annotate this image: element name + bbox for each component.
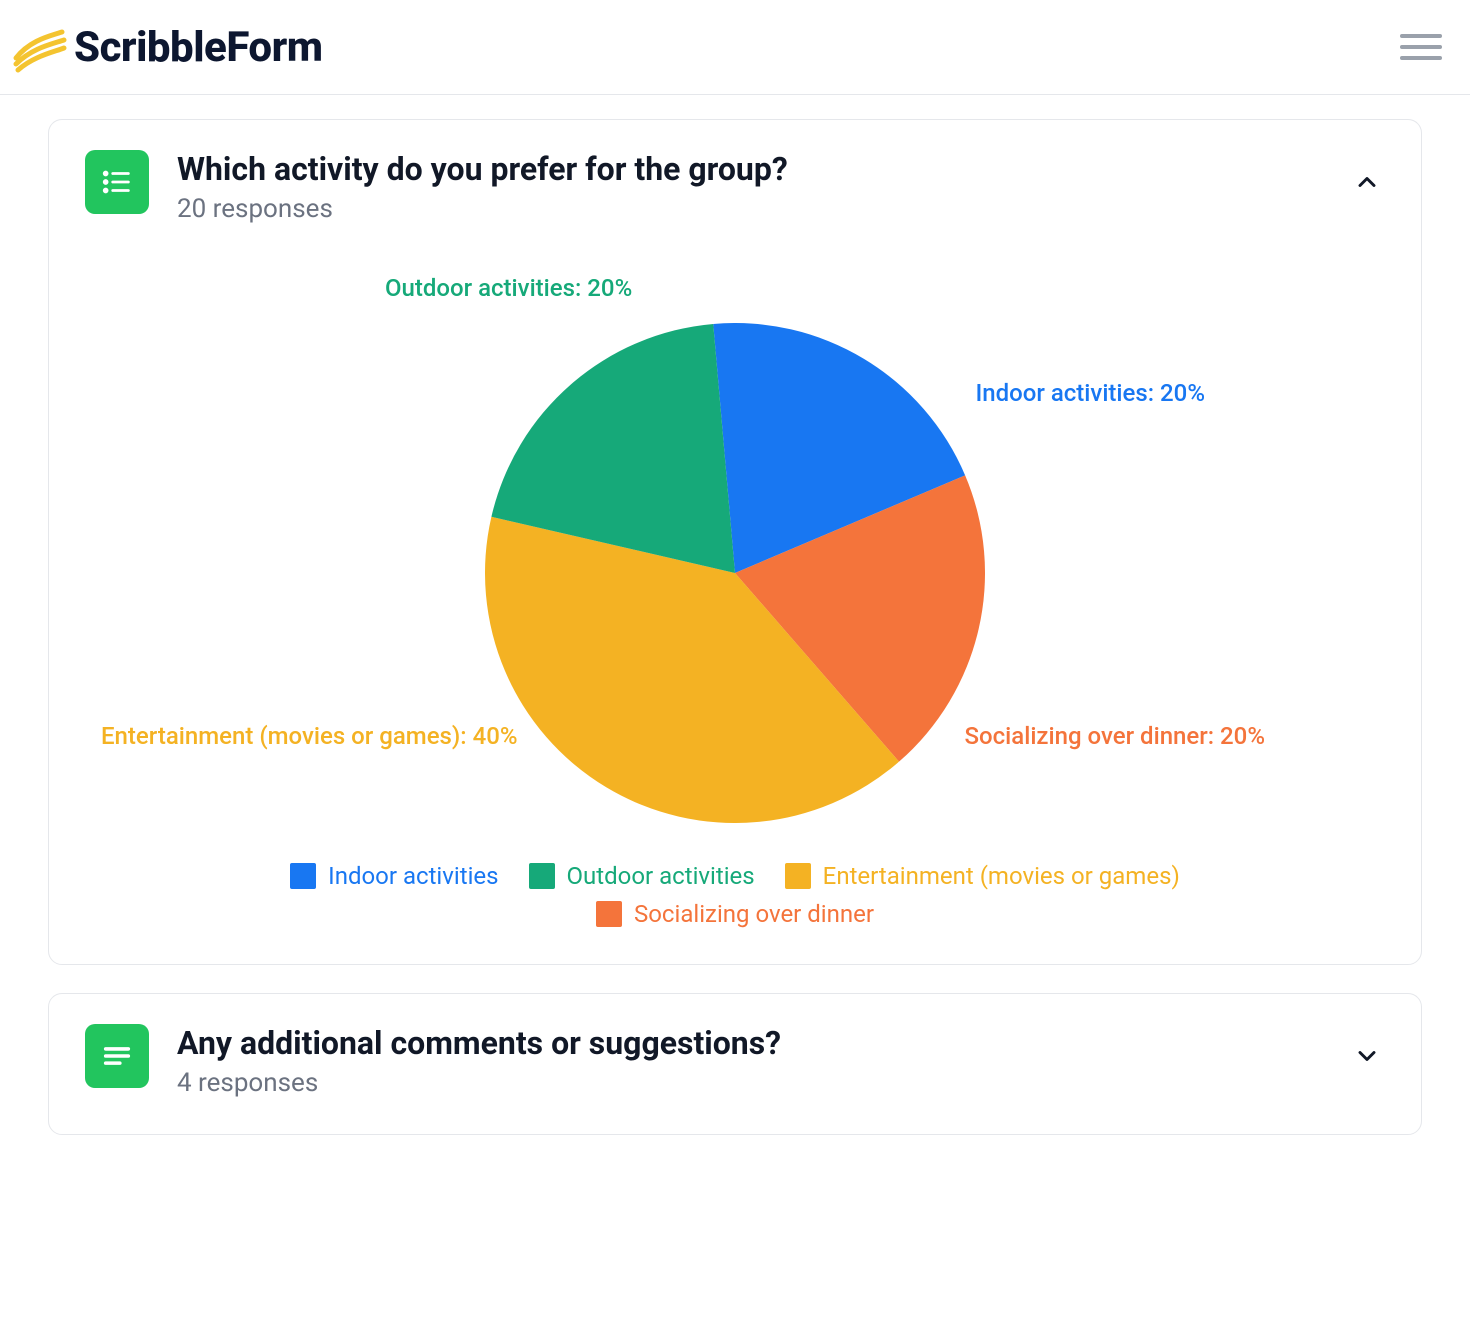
- page-content: Which activity do you prefer for the gro…: [0, 95, 1470, 1187]
- question-title: Any additional comments or suggestions?: [177, 1024, 1325, 1062]
- chart-legend: Indoor activities Outdoor activities Ent…: [85, 862, 1385, 928]
- legend-item[interactable]: Entertainment (movies or games): [785, 862, 1180, 890]
- slice-label-entertainment: Entertainment (movies or games): 40%: [101, 722, 518, 750]
- chevron-up-icon: [1353, 168, 1381, 196]
- legend-swatch: [290, 863, 316, 889]
- question-header[interactable]: Which activity do you prefer for the gro…: [85, 150, 1385, 224]
- chevron-down-icon: [1353, 1042, 1381, 1070]
- pie-chart: Outdoor activities: 20% Indoor activitie…: [85, 284, 1385, 844]
- legend-swatch: [529, 863, 555, 889]
- legend-swatch: [596, 901, 622, 927]
- slice-label-outdoor: Outdoor activities: 20%: [385, 274, 632, 302]
- text-icon: [85, 1024, 149, 1088]
- question-title: Which activity do you prefer for the gro…: [177, 150, 1325, 188]
- list-icon: [85, 150, 149, 214]
- question-card: Which activity do you prefer for the gro…: [48, 119, 1422, 965]
- hamburger-icon: [1400, 34, 1442, 38]
- pie-svg: [485, 323, 985, 823]
- legend-label: Entertainment (movies or games): [823, 862, 1180, 890]
- slice-label-indoor: Indoor activities: 20%: [975, 379, 1205, 407]
- responses-count: 4 responses: [177, 1068, 1325, 1098]
- legend-label: Indoor activities: [328, 862, 498, 890]
- collapse-button[interactable]: [1353, 168, 1381, 196]
- legend-label: Socializing over dinner: [634, 900, 874, 928]
- menu-button[interactable]: [1400, 26, 1442, 68]
- legend-item[interactable]: Indoor activities: [290, 862, 498, 890]
- legend-label: Outdoor activities: [567, 862, 755, 890]
- app-logo[interactable]: ScribbleForm: [10, 18, 323, 76]
- question-header[interactable]: Any additional comments or suggestions? …: [85, 1024, 1385, 1098]
- legend-item[interactable]: Outdoor activities: [529, 862, 755, 890]
- slice-label-socializing: Socializing over dinner: 20%: [964, 722, 1265, 750]
- logo-mark-icon: [10, 18, 68, 76]
- logo-text: ScribbleForm: [74, 23, 323, 72]
- legend-item[interactable]: Socializing over dinner: [596, 900, 874, 928]
- responses-count: 20 responses: [177, 194, 1325, 224]
- expand-button[interactable]: [1353, 1042, 1381, 1070]
- legend-swatch: [785, 863, 811, 889]
- app-header: ScribbleForm: [0, 0, 1470, 95]
- question-card: Any additional comments or suggestions? …: [48, 993, 1422, 1135]
